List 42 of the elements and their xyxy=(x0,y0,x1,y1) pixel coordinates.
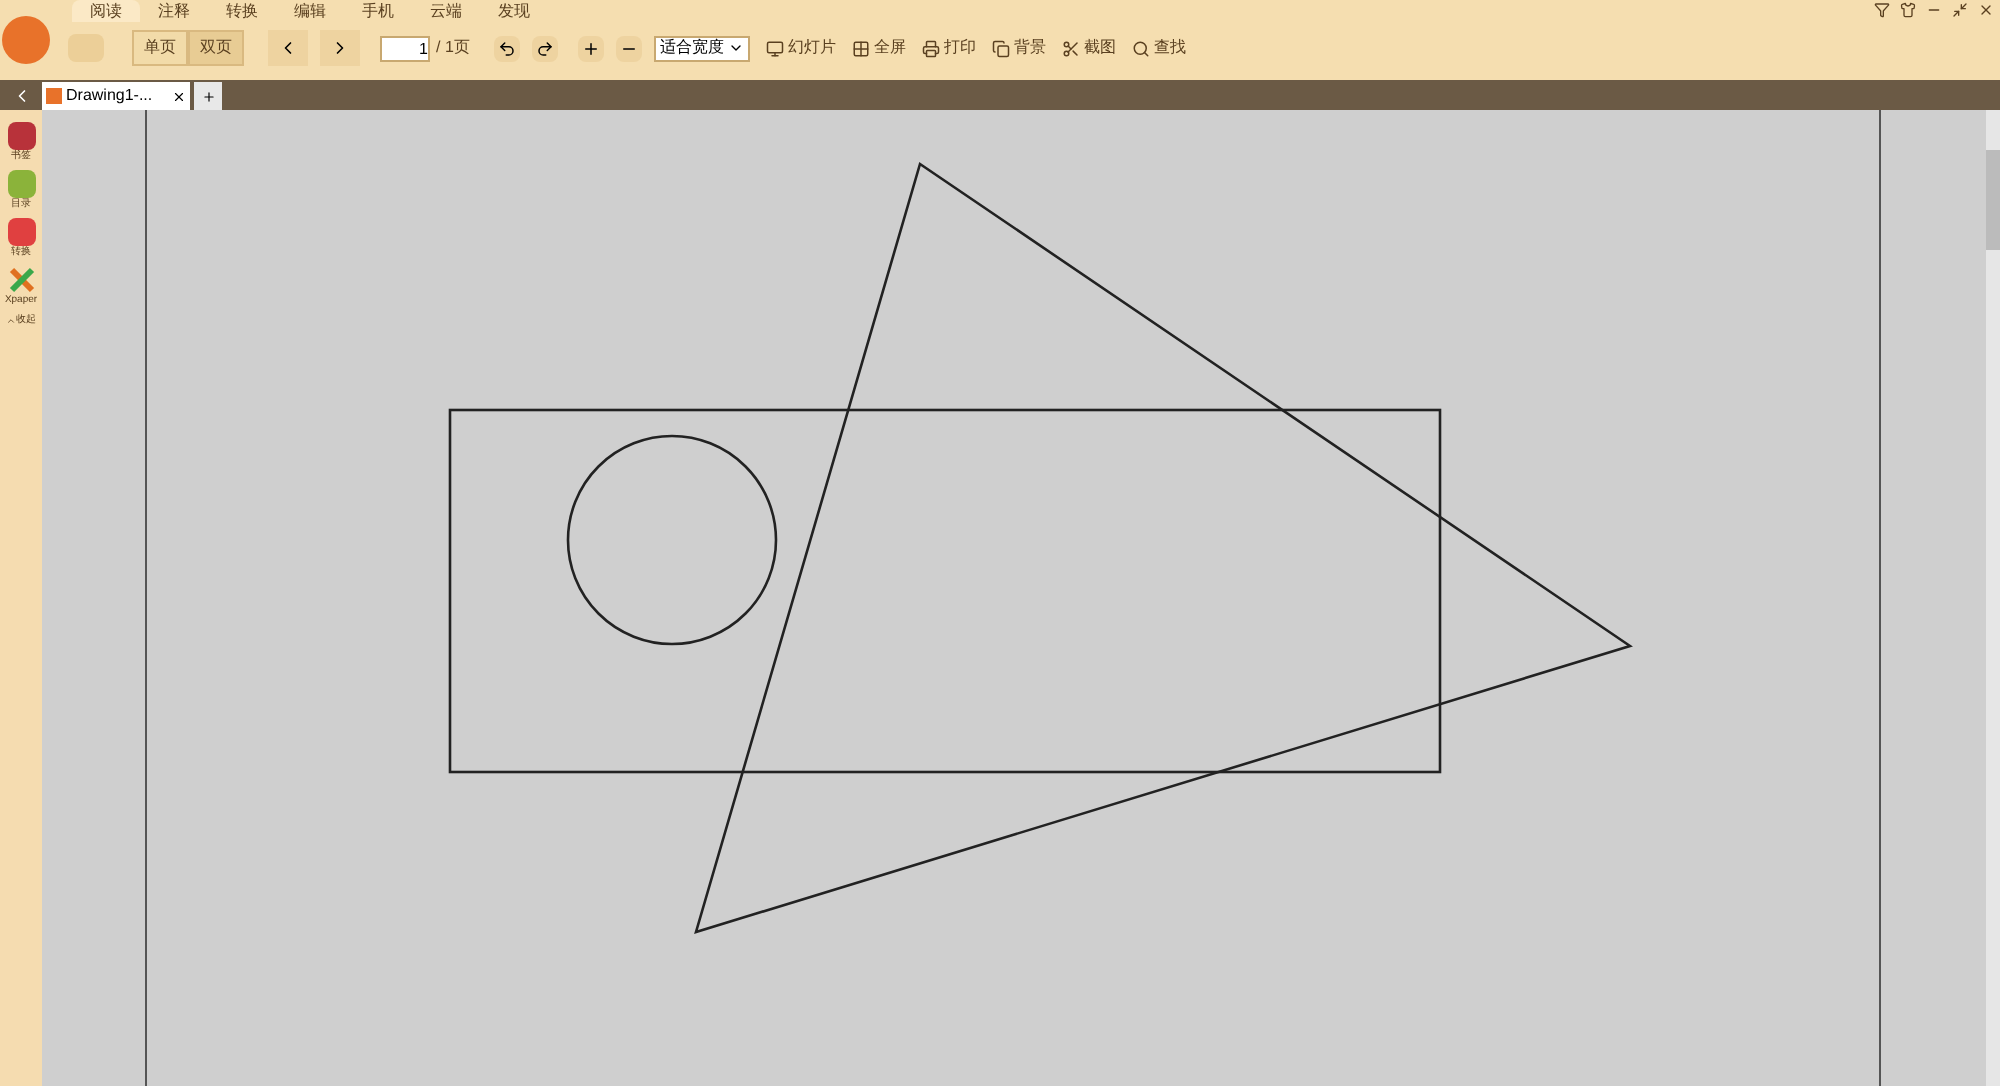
menu-tab[interactable]: 阅读 xyxy=(72,0,140,22)
page-number-field[interactable]: 1 xyxy=(380,35,430,61)
close-tab-icon[interactable] xyxy=(172,89,186,103)
undo-button[interactable] xyxy=(493,35,520,61)
background-button[interactable]: 背景 xyxy=(991,36,1046,60)
background-icon xyxy=(991,39,1010,57)
menu-tab[interactable]: 转换 xyxy=(208,0,276,22)
zoom-out-button[interactable] xyxy=(615,35,642,61)
zoom-select[interactable]: 适合宽度 xyxy=(653,35,750,61)
print-icon xyxy=(921,39,940,57)
screenshot-icon xyxy=(1061,39,1080,57)
close-icon[interactable] xyxy=(1978,2,1994,18)
menu-tab[interactable]: 发现 xyxy=(480,0,548,22)
search-icon xyxy=(1131,39,1150,57)
caret-icon xyxy=(6,316,16,327)
logo-icon xyxy=(2,16,50,64)
search-button[interactable]: 查找 xyxy=(1131,36,1186,60)
page-total: / 1页 xyxy=(436,36,470,60)
new-tab-button[interactable] xyxy=(194,82,222,110)
redo-button[interactable] xyxy=(531,35,558,61)
plus-icon xyxy=(581,39,600,57)
fullscreen-button[interactable]: 全屏 xyxy=(851,36,906,60)
menu-tab[interactable]: 云端 xyxy=(412,0,480,22)
slideshow-icon xyxy=(765,39,784,57)
redo-icon xyxy=(535,39,554,57)
screenshot-button[interactable]: 截图 xyxy=(1061,36,1116,60)
slideshow-button[interactable]: 幻灯片 xyxy=(765,36,836,60)
scrollbar[interactable] xyxy=(1986,110,2000,1086)
undo-icon xyxy=(497,39,516,57)
document-tab[interactable]: Drawing1-... xyxy=(42,82,190,110)
restore-icon[interactable] xyxy=(1952,2,1968,18)
menu-tab[interactable]: 注释 xyxy=(140,0,208,22)
fullscreen-icon xyxy=(851,39,870,57)
menu-tab[interactable]: 编辑 xyxy=(276,0,344,22)
plus-icon xyxy=(201,89,215,103)
shirt-icon[interactable] xyxy=(1900,2,1916,18)
zoom-in-button[interactable] xyxy=(577,35,604,61)
view-mode-button[interactable]: 单页 xyxy=(132,30,188,66)
menu-tab[interactable]: 手机 xyxy=(344,0,412,22)
cross-icon xyxy=(7,266,35,294)
print-button[interactable]: 打印 xyxy=(921,36,976,60)
view-mode-button[interactable]: 双页 xyxy=(188,30,244,66)
